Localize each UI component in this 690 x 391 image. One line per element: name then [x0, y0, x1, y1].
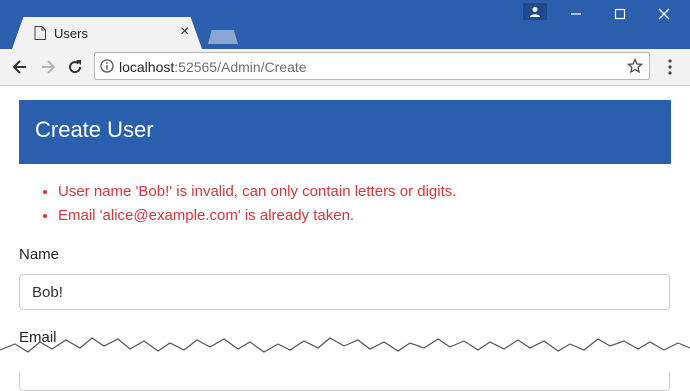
name-field-value: Bob!	[32, 284, 63, 301]
close-window-icon	[658, 8, 670, 20]
url-text[interactable]: localhost:52565/Admin/Create	[119, 59, 307, 75]
url-host: localhost	[119, 59, 175, 75]
minimize-button[interactable]	[554, 2, 598, 26]
address-bar[interactable]: localhost:52565/Admin/Create	[94, 52, 650, 80]
maximize-icon	[614, 8, 626, 20]
browser-titlebar: Users ×	[0, 0, 690, 49]
validation-error: User name 'Bob!' is invalid, can only co…	[58, 180, 456, 204]
minimize-icon	[571, 13, 581, 15]
person-icon	[530, 6, 540, 17]
torn-edge	[0, 337, 690, 372]
maximize-button[interactable]	[598, 2, 642, 26]
url-path: :52565/Admin/Create	[174, 59, 307, 75]
tab-close-icon[interactable]: ×	[180, 23, 189, 41]
star-icon[interactable]	[627, 58, 643, 74]
forward-button[interactable]	[38, 57, 58, 77]
name-field[interactable]: Bob!	[19, 274, 670, 310]
info-icon[interactable]	[100, 59, 114, 73]
close-window-button[interactable]	[642, 2, 686, 26]
browser-toolbar: localhost:52565/Admin/Create	[0, 49, 690, 86]
name-label: Name	[19, 246, 60, 263]
forward-arrow-icon	[42, 60, 56, 74]
page-icon	[34, 26, 46, 40]
back-button[interactable]	[10, 57, 30, 77]
browser-tab-users[interactable]: Users ×	[12, 17, 202, 49]
new-tab-button[interactable]	[208, 30, 238, 44]
menu-icon[interactable]	[662, 57, 678, 77]
reload-icon	[69, 60, 82, 74]
tab-title: Users	[54, 26, 88, 41]
panel-heading: Create User	[19, 100, 671, 164]
validation-summary: User name 'Bob!' is invalid, can only co…	[38, 180, 456, 228]
reload-button[interactable]	[65, 57, 85, 77]
profile-icon[interactable]	[523, 3, 547, 20]
page-title: Create User	[35, 117, 154, 142]
back-arrow-icon	[12, 60, 26, 74]
validation-error: Email 'alice@example.com' is already tak…	[58, 204, 456, 228]
